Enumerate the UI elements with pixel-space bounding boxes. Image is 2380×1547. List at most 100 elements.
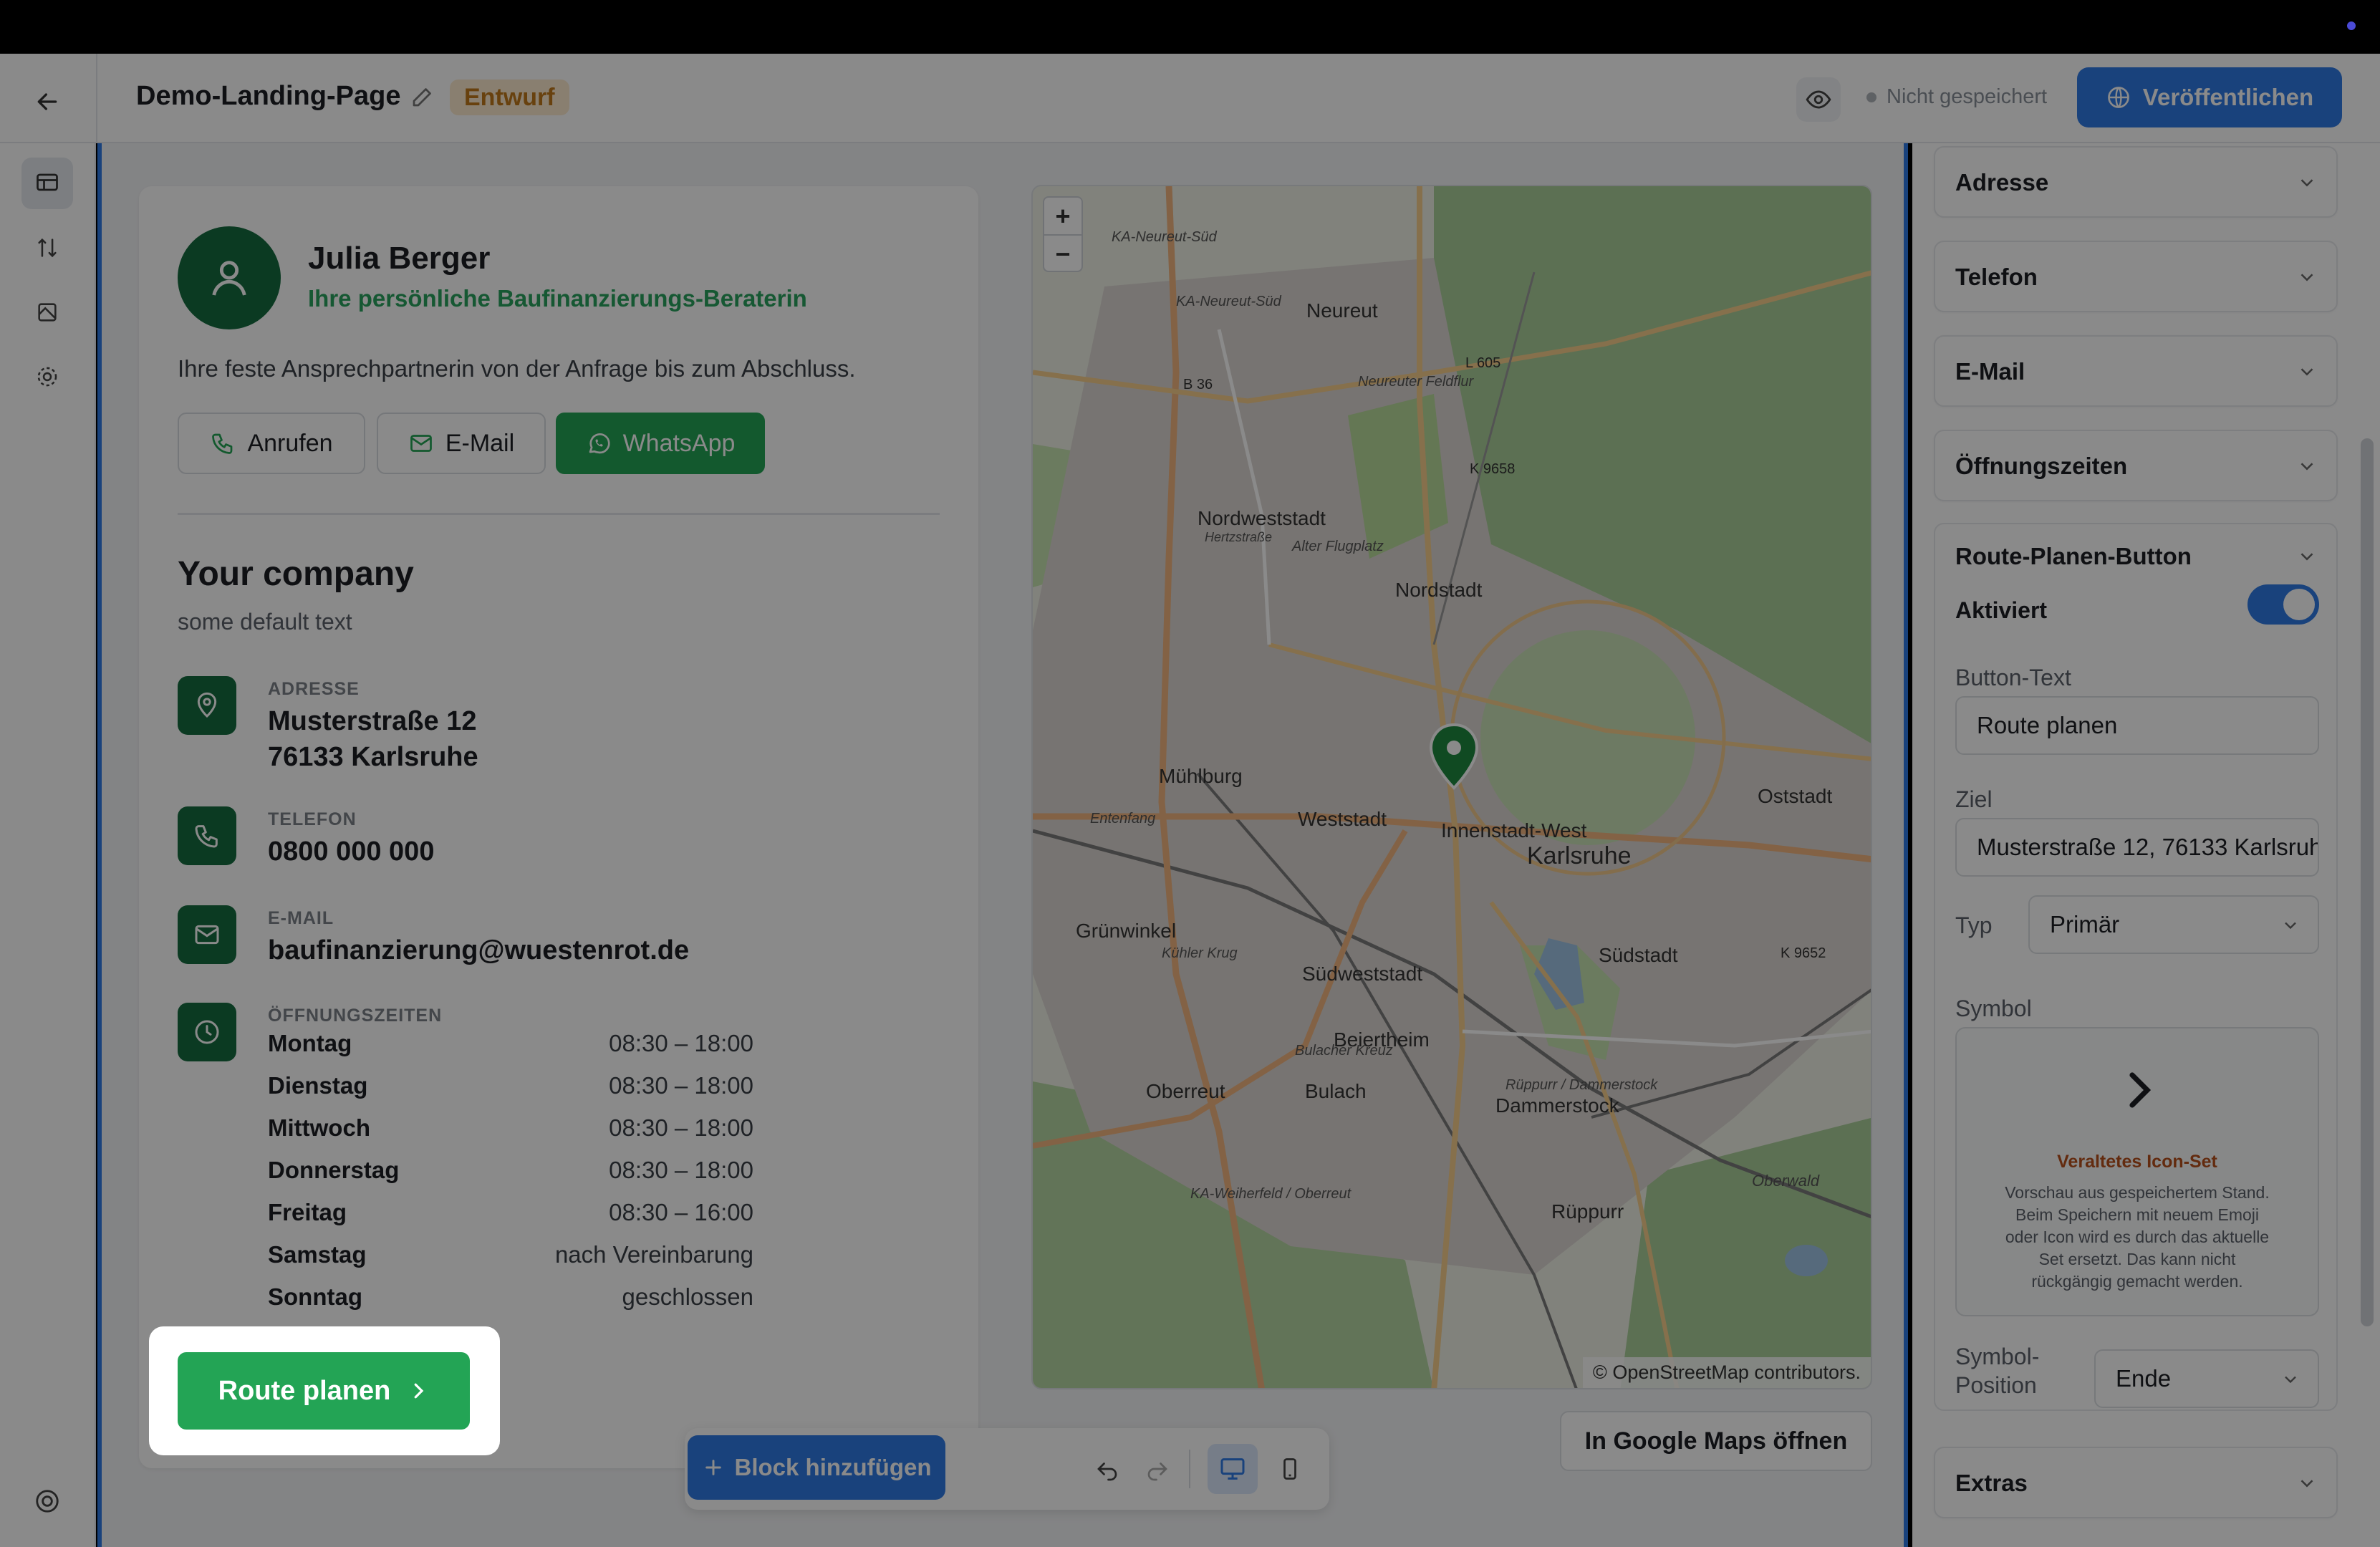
map-place-label: Mühlburg — [1159, 765, 1243, 787]
type-label: Typ — [1955, 912, 1993, 938]
undo-icon[interactable] — [1082, 1444, 1132, 1494]
type-select[interactable]: Primär — [2028, 895, 2319, 954]
email-button[interactable]: E-Mail — [377, 413, 546, 474]
company-text: some default text — [178, 609, 352, 635]
call-button[interactable]: Anrufen — [178, 413, 365, 474]
focus-highlight: Route planen — [149, 1326, 500, 1455]
email-label: E-MAIL — [268, 908, 334, 928]
hours-row: Freitag 08:30 – 16:00 — [268, 1199, 753, 1226]
button-text-input[interactable]: Route planen — [1955, 696, 2319, 755]
chevron-down-icon — [2300, 463, 2313, 471]
address-label: ADRESSE — [268, 679, 360, 699]
map-place-label: Grünwinkel — [1076, 920, 1177, 942]
symbol-warning-title: Veraltetes Icon-Set — [2057, 1152, 2217, 1172]
symbol-picker[interactable]: Veraltetes Icon-Set Vorschau aus gespeic… — [1955, 1027, 2319, 1316]
target-label: Ziel — [1955, 786, 1993, 812]
map-place-label: Entenfang — [1090, 811, 1156, 826]
whatsapp-button[interactable]: WhatsApp — [556, 413, 765, 474]
hours-row: Donnerstag 08:30 – 18:00 — [268, 1157, 753, 1184]
symbol-position-label: Symbol-Position — [1955, 1344, 2040, 1398]
phone-icon-tile — [178, 806, 236, 865]
zoom-in-button[interactable]: + — [1044, 198, 1081, 234]
layout-icon[interactable] — [21, 158, 73, 209]
map-place-label: B 36 — [1183, 377, 1213, 392]
target-input[interactable]: Musterstraße 12, 76133 Karlsruhe — [1955, 818, 2319, 877]
plus-icon — [705, 1460, 721, 1475]
advisor-description: Ihre feste Ansprechpartnerin von der Anf… — [178, 355, 856, 382]
route-plan-button[interactable]: Route planen — [178, 1352, 470, 1430]
clock-icon — [195, 1020, 219, 1044]
enabled-toggle[interactable] — [2247, 584, 2319, 625]
hours-day: Samstag — [268, 1241, 367, 1268]
advisor-role: Ihre persönliche Baufinanzierungs-Berate… — [308, 285, 807, 312]
settings-icon[interactable] — [21, 351, 73, 403]
section-route-button: Route-Planen-Button Aktiviert Button-Tex… — [1934, 523, 2338, 1411]
open-google-maps-button[interactable]: In Google Maps öffnen — [1560, 1411, 1872, 1471]
map-view[interactable]: + − KA-Neureut-Süd KA-Neureut-Süd Neureut N… — [1031, 185, 1872, 1389]
arrow-left-icon — [37, 93, 57, 110]
status-badge: Entwurf — [450, 79, 569, 115]
map-place-label: Neureuter Feldflur — [1358, 374, 1474, 390]
add-block-button[interactable]: Block hinzufügen — [688, 1435, 945, 1500]
settings-panel: Adresse Telefon E-Mail Öffnungszeiten Ro… — [1912, 143, 2380, 1547]
save-status: Nicht gespeichert — [1866, 85, 2047, 109]
symbol-position-select[interactable]: Ende — [2094, 1349, 2319, 1408]
hours-time: 08:30 – 18:00 — [609, 1114, 753, 1141]
hours-day: Mittwoch — [268, 1114, 370, 1141]
section-label: E-Mail — [1955, 358, 2025, 385]
contact-card: Julia Berger Ihre persönliche Baufinanzi… — [139, 186, 978, 1468]
card-divider — [178, 513, 940, 515]
section-label: Extras — [1955, 1470, 2028, 1496]
section-opening-hours[interactable]: Öffnungszeiten — [1934, 430, 2338, 501]
hours-row: Dienstag 08:30 – 18:00 — [268, 1072, 753, 1099]
eye-icon — [1806, 90, 1831, 109]
map-place-label: Kühler Krug — [1162, 945, 1238, 961]
phone-label: TELEFON — [268, 809, 357, 829]
theme-icon[interactable] — [21, 286, 73, 338]
pencil-icon[interactable] — [410, 84, 438, 112]
help-icon[interactable] — [21, 1475, 73, 1527]
map-place-label: Neureut — [1306, 299, 1378, 322]
enabled-label: Aktiviert — [1955, 597, 2048, 623]
map-place-label: Nordweststadt — [1198, 507, 1326, 529]
toolbar-divider — [1189, 1450, 1190, 1488]
section-address[interactable]: Adresse — [1934, 146, 2338, 218]
publish-button[interactable]: Veröffentlichen — [2077, 67, 2342, 127]
section-label: Telefon — [1955, 264, 2038, 290]
section-label: Adresse — [1955, 169, 2049, 196]
desktop-icon[interactable] — [1208, 1444, 1258, 1494]
chevron-up-icon[interactable] — [2296, 546, 2318, 567]
back-button[interactable] — [26, 80, 69, 123]
map-place-label: Dammerstock — [1495, 1094, 1619, 1117]
hours-time: nach Vereinbarung — [554, 1241, 753, 1268]
hours-time: 08:30 – 18:00 — [609, 1157, 753, 1183]
type-value: Primär — [2050, 911, 2120, 938]
section-phone[interactable]: Telefon — [1934, 241, 2338, 312]
chevron-right-icon — [414, 1383, 424, 1399]
section-label[interactable]: Route-Planen-Button — [1955, 543, 2192, 570]
address-icon-tile — [178, 676, 236, 735]
hours-day: Dienstag — [268, 1072, 368, 1099]
save-status-text: Nicht gespeichert — [1887, 85, 2048, 108]
sort-icon[interactable] — [21, 222, 73, 274]
chevron-down-icon — [2285, 1376, 2296, 1384]
section-extras[interactable]: Extras — [1934, 1447, 2338, 1518]
map-place-label: Weststadt — [1298, 808, 1387, 830]
preview-button[interactable] — [1796, 77, 1841, 122]
redo-icon[interactable] — [1132, 1444, 1182, 1494]
toggle-knob — [2283, 589, 2315, 620]
hours-time: geschlossen — [622, 1283, 753, 1310]
chevron-down-icon — [2300, 274, 2313, 281]
chevron-down-icon — [2300, 1480, 2313, 1488]
panel-scrollbar[interactable] — [2361, 438, 2374, 1326]
whatsapp-label: WhatsApp — [622, 429, 736, 457]
map-place-label: Innenstadt-West — [1441, 819, 1587, 842]
window-top-bar — [0, 0, 2380, 54]
mobile-icon[interactable] — [1265, 1444, 1315, 1494]
map-attribution[interactable]: © OpenStreetMap contributors. — [1582, 1357, 1871, 1388]
zoom-out-button[interactable]: − — [1044, 236, 1081, 272]
map-place-label: K 9652 — [1781, 945, 1826, 961]
status-dot — [2347, 21, 2356, 30]
route-plan-label: Route planen — [218, 1375, 391, 1406]
section-email[interactable]: E-Mail — [1934, 335, 2338, 407]
